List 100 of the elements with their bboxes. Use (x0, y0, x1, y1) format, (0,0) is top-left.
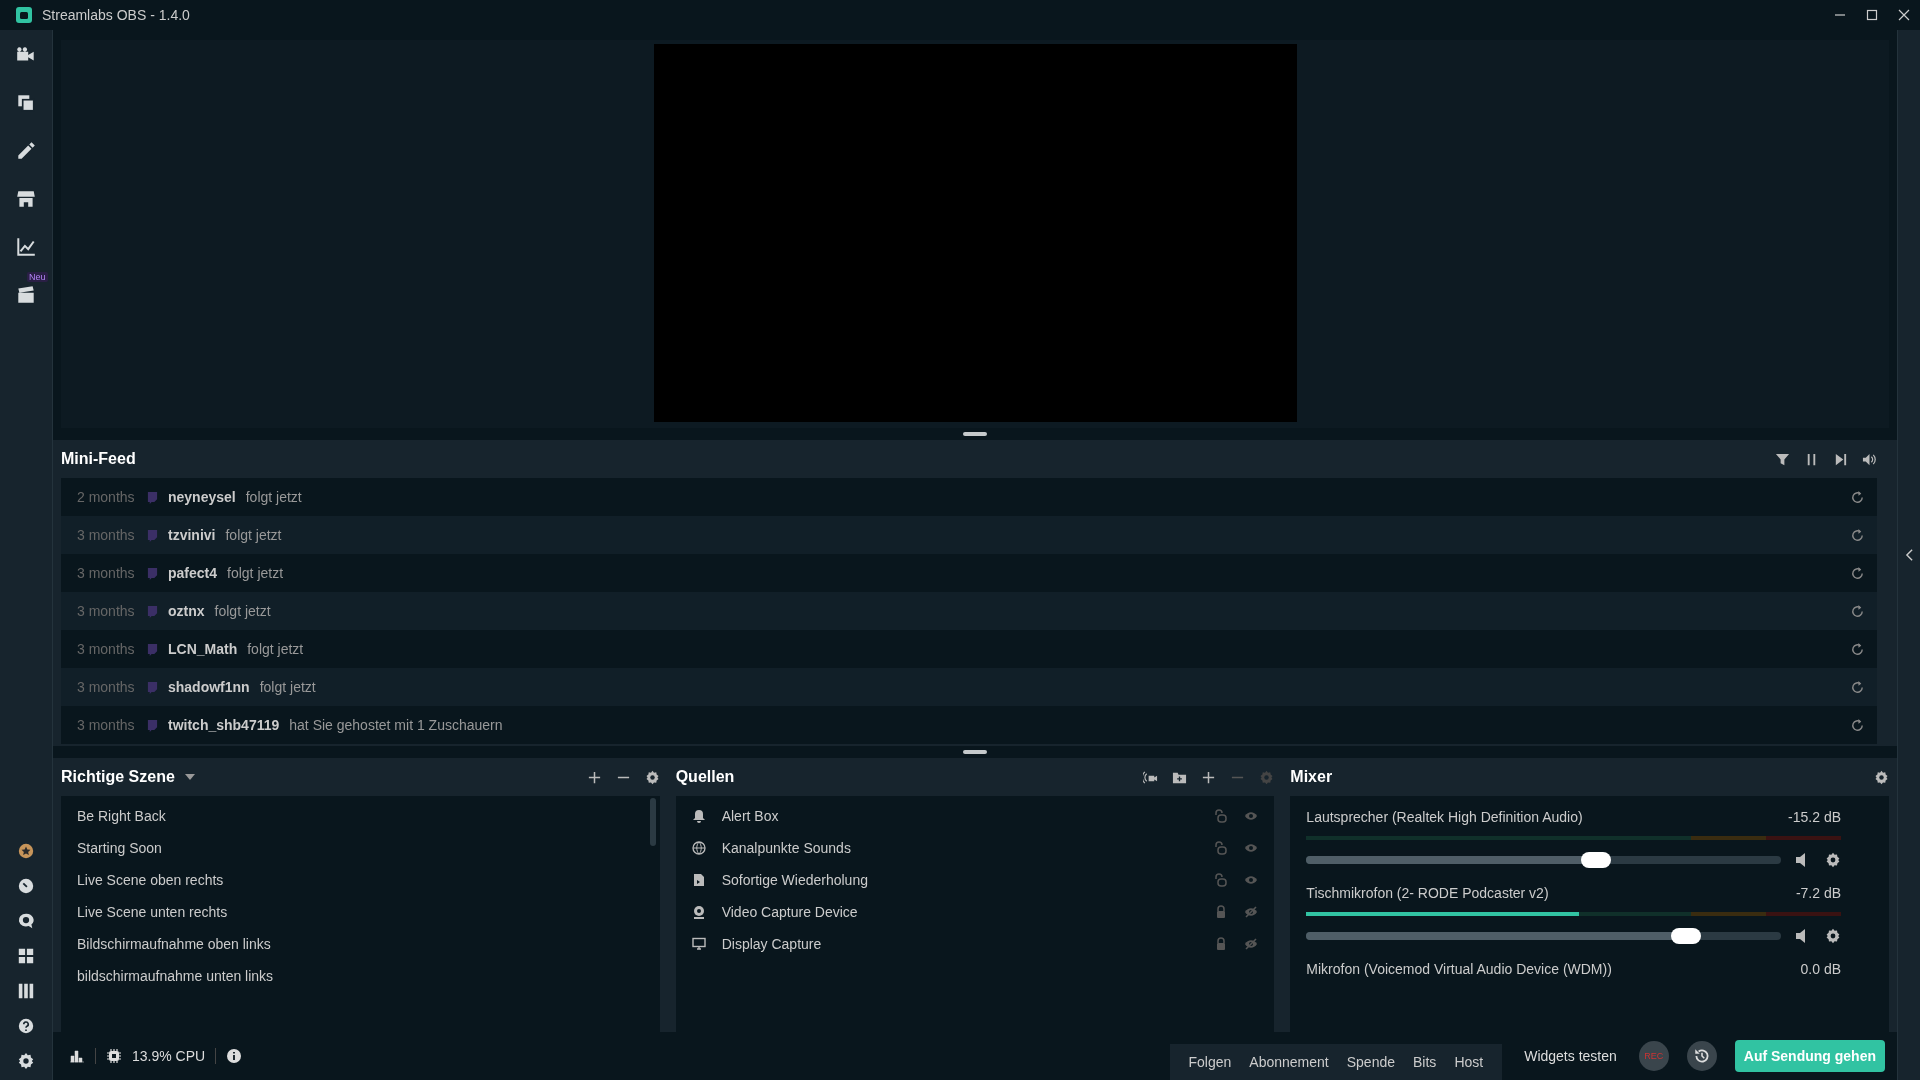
source-name: Display Capture (721, 936, 823, 952)
resize-handle[interactable] (963, 432, 987, 436)
maximize-icon[interactable] (1866, 9, 1878, 21)
store-icon[interactable] (15, 188, 37, 210)
panel-title: Mixer (1290, 768, 1333, 786)
settings-icon[interactable] (644, 769, 660, 785)
source-item[interactable]: Video Capture Device (675, 896, 1275, 928)
new-badge: Neu (27, 272, 48, 282)
test-widget-button[interactable]: Host (1445, 1044, 1493, 1080)
test-widget-button[interactable]: Abonnement (1240, 1044, 1338, 1080)
speaker-icon[interactable] (1862, 451, 1877, 467)
scene-collection-title[interactable]: Richtige Szene (61, 768, 175, 786)
columns-icon[interactable] (17, 982, 35, 1000)
feed-user: shadowf1nn (168, 679, 250, 695)
source-name: Alert Box (721, 808, 780, 824)
replay-icon[interactable] (1850, 641, 1865, 657)
unlocked-lock-icon[interactable] (1214, 809, 1229, 823)
audio-device-name: Mikrofon (Voicemod Virtual Audio Device (WDM)) (1306, 961, 1612, 977)
slider-thumb[interactable] (1671, 928, 1702, 944)
slider-thumb[interactable] (1580, 852, 1611, 868)
source-item[interactable]: Sofortige Wiederholung (675, 864, 1275, 896)
chat-bubble-icon (147, 642, 158, 656)
broadcast-camera-icon[interactable] (1143, 769, 1159, 785)
panel-title: Mini-Feed (61, 450, 136, 468)
scene-item[interactable]: Live Scene oben rechts (61, 864, 660, 896)
test-widgets-label: Widgets testen (1524, 1048, 1617, 1064)
source-item[interactable]: Display Capture (675, 928, 1275, 960)
scene-item[interactable]: Be Right Back (61, 800, 660, 832)
grid-icon[interactable] (17, 947, 35, 965)
audio-device-name: Lautsprecher (Realtek High Definition Audio) (1306, 809, 1583, 825)
unlocked-lock-icon[interactable] (1214, 841, 1229, 855)
settings-icon[interactable] (17, 1052, 35, 1070)
feed-user: twitch_shb47119 (168, 717, 280, 733)
feed-time: 3 months (77, 565, 136, 581)
source-item[interactable]: Kanalpunkte Sounds (675, 832, 1275, 864)
source-name: Video Capture Device (721, 904, 859, 920)
bar-chart-icon[interactable] (69, 1048, 85, 1064)
dial-icon[interactable] (17, 877, 35, 895)
hidden-eye-icon[interactable] (1244, 905, 1259, 919)
info-icon[interactable] (226, 1048, 243, 1064)
test-widget-button[interactable]: Bits (1404, 1044, 1446, 1080)
clapper-icon[interactable] (15, 284, 37, 306)
history-icon (1692, 1047, 1711, 1065)
unlocked-lock-icon[interactable] (1214, 873, 1229, 887)
replay-buffer-button[interactable] (1686, 1041, 1717, 1071)
scene-item[interactable]: Bildschirmaufnahme oben links (61, 928, 660, 960)
feed-action: folgt jetzt (227, 565, 284, 581)
hidden-eye-icon[interactable] (1244, 937, 1259, 951)
chat-bubble-icon (147, 490, 158, 504)
volume-reading: -15.2 dB (1788, 809, 1841, 825)
feed-time: 3 months (77, 603, 136, 619)
feed-user: oztnx (168, 603, 205, 619)
eye-icon[interactable] (1244, 873, 1259, 887)
feed-action: folgt jetzt (247, 641, 304, 657)
resize-handle[interactable] (963, 750, 987, 754)
star-coin-icon[interactable] (17, 842, 35, 860)
add-icon[interactable] (1201, 769, 1217, 785)
test-widget-button[interactable]: Folgen (1179, 1044, 1241, 1080)
eye-icon[interactable] (1244, 809, 1259, 823)
replay-icon[interactable] (1850, 565, 1865, 581)
skip-icon[interactable] (1833, 451, 1848, 467)
panel-title: Quellen (675, 768, 735, 786)
feed-user: neyneysel (168, 489, 236, 505)
replay-icon[interactable] (1850, 489, 1865, 505)
chat-bubble-icon (147, 718, 158, 732)
cpu-usage: 13.9% CPU (132, 1048, 206, 1064)
feed-time: 3 months (77, 717, 136, 733)
source-name: Sofortige Wiederholung (721, 872, 869, 888)
replay-icon[interactable] (1850, 679, 1865, 695)
feed-action: folgt jetzt (225, 527, 282, 543)
scene-item[interactable]: bildschirmaufnahme unten links (61, 960, 660, 992)
chip-icon (106, 1048, 122, 1064)
eye-icon[interactable] (1244, 841, 1259, 855)
settings-icon[interactable] (1825, 928, 1841, 944)
add-icon[interactable] (586, 769, 602, 785)
close-icon[interactable] (1898, 9, 1910, 21)
replay-icon[interactable] (1850, 717, 1865, 733)
brush-icon[interactable] (15, 140, 37, 162)
line-chart-icon[interactable] (15, 236, 37, 258)
chat-icon[interactable] (17, 912, 35, 930)
monitor-icon (691, 937, 706, 951)
volume-reading: 0.0 dB (1800, 961, 1841, 977)
collapse-icon[interactable] (1904, 548, 1914, 562)
settings-icon[interactable] (1825, 852, 1841, 868)
help-icon[interactable] (17, 1017, 35, 1035)
test-widget-button[interactable]: Spende (1337, 1044, 1405, 1080)
feed-action: hat Sie gehostet mit 1 Zuschauern (289, 717, 503, 733)
replay-icon[interactable] (1850, 527, 1865, 543)
scene-item[interactable]: Live Scene unten rechts (61, 896, 660, 928)
settings-icon[interactable] (1874, 769, 1889, 785)
caret-icon[interactable] (184, 774, 195, 780)
app-logo-icon (16, 7, 32, 23)
feed-user: pafect4 (168, 565, 218, 581)
scene-item[interactable]: Starting Soon (61, 832, 660, 864)
replay-icon[interactable] (1850, 603, 1865, 619)
filter-icon[interactable] (1775, 451, 1790, 467)
scrollbar-thumb[interactable] (649, 798, 656, 846)
feed-action: folgt jetzt (259, 679, 316, 695)
feed-action: folgt jetzt (245, 489, 302, 505)
source-item[interactable]: Alert Box (675, 800, 1275, 832)
